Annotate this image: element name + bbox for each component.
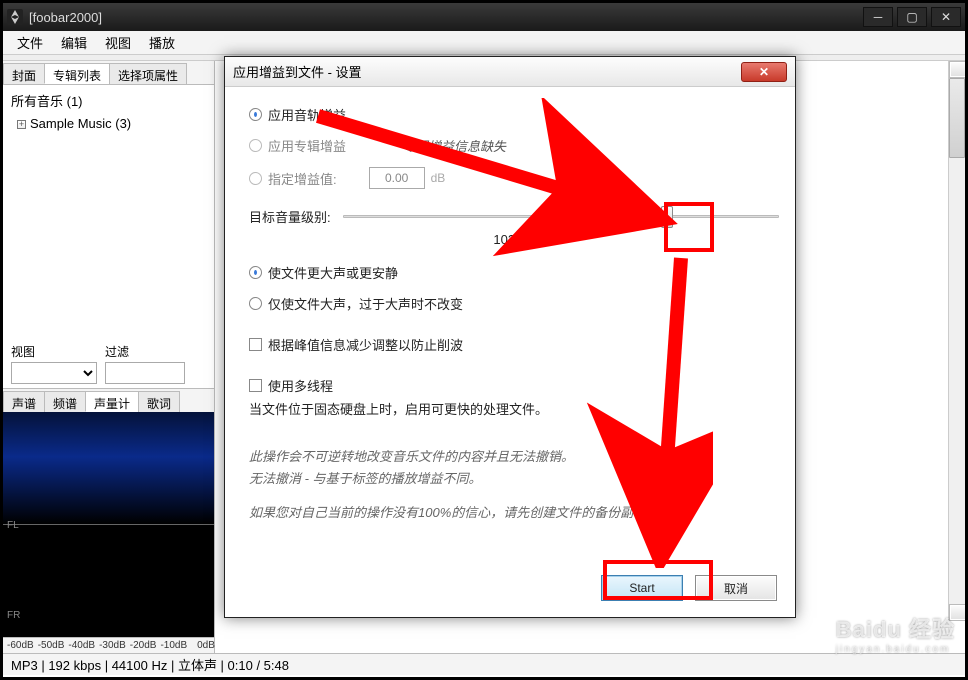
vu-meter-canvas: FL FR bbox=[3, 412, 214, 638]
slider-thumb[interactable] bbox=[661, 206, 673, 228]
checkbox-icon bbox=[249, 338, 262, 351]
tab-spectrogram[interactable]: 声谱 bbox=[3, 391, 45, 412]
filter-label: 过滤 bbox=[105, 343, 185, 360]
radio-icon bbox=[249, 266, 262, 279]
channel-fl-label: FL bbox=[7, 520, 19, 531]
left-tabs: 封面 专辑列表 选择项属性 bbox=[3, 61, 214, 85]
minimize-button[interactable]: ─ bbox=[863, 7, 893, 27]
window-title: [foobar2000] bbox=[29, 10, 863, 25]
tab-select-props[interactable]: 选择项属性 bbox=[109, 63, 187, 84]
dialog-titlebar[interactable]: 应用增益到文件 - 设置 ✕ bbox=[225, 57, 795, 87]
multithread-note: 当文件位于固态硬盘上时，启用可更快的处理文件。 bbox=[249, 399, 779, 418]
warning-text-1: 此操作会不可逆转地改变音乐文件的内容并且无法撤销。 bbox=[249, 446, 779, 468]
app-icon bbox=[7, 9, 23, 25]
album-gain-missing-note: 专辑增益信息缺失 bbox=[402, 136, 506, 155]
tab-vu[interactable]: 声量计 bbox=[85, 391, 139, 412]
radio-track-gain[interactable]: 应用音轨增益 bbox=[249, 105, 779, 124]
close-button[interactable]: ✕ bbox=[931, 7, 961, 27]
warning-text-3: 如果您对自己当前的操作没有100%的信心，请先创建文件的备份副本。 bbox=[249, 502, 779, 524]
watermark: Baidu 经验 jingyan.baidu.com bbox=[836, 612, 955, 655]
menu-play[interactable]: 播放 bbox=[141, 31, 183, 54]
dialog-title: 应用增益到文件 - 设置 bbox=[233, 62, 362, 81]
channel-fr-label: FR bbox=[7, 610, 20, 621]
menu-edit[interactable]: 编辑 bbox=[53, 31, 95, 54]
checkbox-multithread[interactable]: 使用多线程 bbox=[249, 376, 779, 395]
menu-file[interactable]: 文件 bbox=[9, 31, 51, 54]
filter-input[interactable] bbox=[105, 362, 185, 384]
gain-value-input[interactable] bbox=[369, 167, 425, 189]
tree-item[interactable]: + Sample Music (3) bbox=[11, 113, 206, 135]
tab-album-list[interactable]: 专辑列表 bbox=[44, 63, 110, 84]
menu-view[interactable]: 视图 bbox=[97, 31, 139, 54]
checkbox-icon bbox=[249, 379, 262, 392]
filter-row: 视图 过滤 bbox=[3, 339, 214, 388]
maximize-button[interactable]: ▢ bbox=[897, 7, 927, 27]
statusbar: MP3 | 192 kbps | 44100 Hz | 立体声 | 0:10 /… bbox=[3, 653, 965, 675]
status-text: MP3 | 192 kbps | 44100 Hz | 立体声 | 0:10 /… bbox=[11, 655, 289, 674]
radio-icon bbox=[249, 108, 262, 121]
radio-album-gain[interactable]: 应用专辑增益 专辑增益信息缺失 bbox=[249, 136, 779, 155]
radio-icon bbox=[249, 297, 262, 310]
radio-specify-gain[interactable]: 指定增益值: dB bbox=[249, 167, 779, 189]
scrollbar-vertical[interactable]: ▲ ▼ bbox=[948, 61, 965, 621]
view-select[interactable] bbox=[11, 362, 97, 384]
checkbox-peak[interactable]: 根据峰值信息减少调整以防止削波 bbox=[249, 335, 779, 354]
scroll-up-button[interactable]: ▲ bbox=[949, 61, 965, 78]
dialog-close-button[interactable]: ✕ bbox=[741, 62, 787, 82]
db-unit: dB bbox=[431, 171, 446, 185]
tab-cover[interactable]: 封面 bbox=[3, 63, 45, 84]
tree-view[interactable]: 所有音乐 (1) + Sample Music (3) bbox=[3, 85, 214, 339]
target-level-value: 102 dB bbox=[249, 232, 779, 247]
scroll-thumb[interactable] bbox=[949, 78, 965, 158]
start-button[interactable]: Start bbox=[601, 575, 683, 601]
vis-tabs: 声谱 频谱 声量计 歌词 bbox=[3, 388, 214, 412]
expand-icon[interactable]: + bbox=[17, 120, 26, 129]
radio-icon bbox=[249, 139, 262, 152]
radio-louder-quieter[interactable]: 使文件更大声或更安静 bbox=[249, 263, 779, 282]
visualization-area: FL FR -60dB-50dB-40dB-30dB-20dB-10dB0dB bbox=[3, 412, 214, 654]
target-level-slider[interactable] bbox=[343, 215, 779, 218]
warning-text-2: 无法撤消 - 与基于标签的播放增益不同。 bbox=[249, 468, 779, 490]
view-label: 视图 bbox=[11, 343, 97, 360]
tab-spectrum[interactable]: 频谱 bbox=[44, 391, 86, 412]
radio-icon bbox=[249, 172, 262, 185]
target-level-label: 目标音量级别: bbox=[249, 207, 331, 226]
main-window-titlebar: [foobar2000] ─ ▢ ✕ bbox=[3, 3, 965, 31]
left-pane: 封面 专辑列表 选择项属性 所有音乐 (1) + Sample Music (3… bbox=[3, 61, 215, 653]
apply-gain-dialog: 应用增益到文件 - 设置 ✕ 应用音轨增益 应用专辑增益 专辑增益信息缺失 指定… bbox=[224, 56, 796, 618]
radio-only-louder[interactable]: 仅使文件大声，过于大声时不改变 bbox=[249, 294, 779, 313]
tree-root[interactable]: 所有音乐 (1) bbox=[11, 91, 206, 113]
db-scale: -60dB-50dB-40dB-30dB-20dB-10dB0dB bbox=[3, 637, 214, 653]
menubar: 文件 编辑 视图 播放 bbox=[3, 31, 965, 55]
cancel-button[interactable]: 取消 bbox=[695, 575, 777, 601]
tab-lyrics[interactable]: 歌词 bbox=[138, 391, 180, 412]
